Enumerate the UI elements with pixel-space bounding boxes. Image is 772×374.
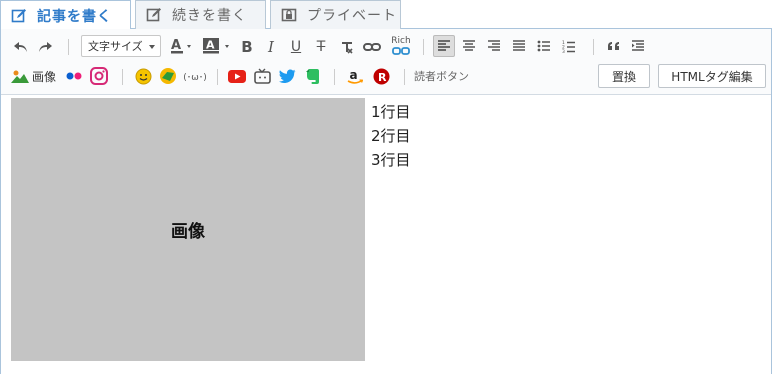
svg-text:3: 3 bbox=[562, 49, 565, 53]
font-size-label: 文字サイズ bbox=[88, 40, 143, 53]
toolbar: 文字サイズ A A B I U T Rich 1 2 3 画像 (･ω･) a … bbox=[1, 29, 771, 95]
rich-label: Rich bbox=[391, 36, 411, 46]
image-icon bbox=[11, 70, 29, 83]
rakuten-icon[interactable]: R bbox=[371, 66, 391, 86]
text-line: 2行目 bbox=[371, 127, 411, 145]
lock-icon bbox=[281, 7, 297, 23]
undo-icon[interactable] bbox=[11, 37, 31, 57]
clear-format-icon[interactable] bbox=[337, 37, 357, 57]
text-lines[interactable]: 1行目 2行目 3行目 bbox=[371, 100, 411, 172]
editor-content-area[interactable]: 画像 1行目 2行目 3行目 bbox=[1, 96, 771, 374]
emoticon-label: (･ω･) bbox=[183, 72, 207, 83]
reader-button[interactable]: 読者ボタン bbox=[414, 66, 480, 86]
chevron-down-icon bbox=[149, 45, 155, 49]
image-label: 画像 bbox=[32, 69, 57, 84]
editor: 文字サイズ A A B I U T Rich 1 2 3 画像 (･ω･) a … bbox=[0, 29, 772, 374]
html-edit-button[interactable]: HTMLタグ編集 bbox=[658, 64, 766, 88]
bullet-list-icon[interactable] bbox=[534, 36, 554, 56]
tab-private[interactable]: プライベート bbox=[270, 0, 401, 29]
emoticon-icon[interactable]: (･ω･) bbox=[182, 66, 208, 86]
numbered-list-icon[interactable]: 123 bbox=[559, 36, 579, 56]
divider bbox=[68, 39, 69, 55]
tab-label: 記事を書く bbox=[37, 8, 112, 25]
divider bbox=[334, 69, 335, 85]
tab-write-continuation[interactable]: 続きを書く bbox=[135, 0, 266, 29]
strikethrough-icon[interactable]: T bbox=[311, 37, 331, 57]
align-justify-icon[interactable] bbox=[509, 36, 529, 56]
twitter-icon[interactable] bbox=[277, 66, 297, 86]
align-left-icon[interactable] bbox=[433, 35, 455, 57]
align-center-icon[interactable] bbox=[459, 36, 479, 56]
divider bbox=[423, 39, 424, 55]
youtube-icon[interactable] bbox=[227, 66, 247, 86]
divider bbox=[217, 69, 218, 85]
background-color-button[interactable]: A bbox=[200, 36, 234, 56]
blockquote-icon[interactable] bbox=[628, 36, 648, 56]
reader-button-label: 読者ボタン bbox=[414, 70, 469, 83]
text-line: 1行目 bbox=[371, 103, 411, 121]
image-placeholder-label: 画像 bbox=[171, 222, 205, 242]
tab-label: プライベート bbox=[307, 8, 397, 24]
edit-continue-icon bbox=[146, 7, 162, 23]
evernote-icon[interactable] bbox=[302, 66, 322, 86]
align-right-icon[interactable] bbox=[484, 36, 504, 56]
edit-icon bbox=[11, 8, 27, 24]
link-icon[interactable] bbox=[361, 37, 383, 57]
flickr-icon[interactable] bbox=[64, 67, 84, 85]
replace-button-label: 置換 bbox=[611, 69, 636, 84]
svg-text:A: A bbox=[171, 38, 181, 53]
svg-text:a: a bbox=[350, 68, 358, 82]
amazon-icon[interactable]: a bbox=[345, 66, 365, 86]
svg-text:A: A bbox=[206, 39, 215, 52]
niconico-icon[interactable] bbox=[252, 66, 272, 86]
underline-icon[interactable]: U bbox=[286, 37, 306, 57]
divider bbox=[593, 39, 594, 55]
text-color-button[interactable]: A bbox=[168, 36, 194, 56]
image-placeholder[interactable]: 画像 bbox=[11, 98, 365, 361]
instagram-icon[interactable] bbox=[89, 66, 109, 86]
stamp-icon[interactable] bbox=[157, 66, 179, 86]
divider bbox=[404, 69, 405, 85]
text-line: 3行目 bbox=[371, 151, 411, 169]
rich-link-icon bbox=[392, 47, 410, 55]
bold-icon[interactable]: B bbox=[237, 37, 257, 57]
html-edit-button-label: HTMLタグ編集 bbox=[671, 69, 753, 84]
tab-write-article[interactable]: 記事を書く bbox=[0, 0, 131, 30]
emoji-icon[interactable] bbox=[133, 66, 153, 86]
rich-link-button[interactable]: Rich bbox=[388, 33, 414, 59]
italic-icon[interactable]: I bbox=[261, 37, 281, 57]
redo-icon[interactable] bbox=[35, 37, 55, 57]
tab-label: 続きを書く bbox=[172, 8, 247, 24]
divider bbox=[122, 69, 123, 85]
font-size-select[interactable]: 文字サイズ bbox=[81, 35, 161, 57]
image-button[interactable]: 画像 bbox=[11, 67, 59, 85]
tab-bar: 記事を書く 続きを書く プライベート bbox=[0, 0, 772, 30]
replace-button[interactable]: 置換 bbox=[598, 64, 650, 88]
quote-icon[interactable] bbox=[604, 36, 624, 56]
svg-text:R: R bbox=[378, 71, 387, 84]
